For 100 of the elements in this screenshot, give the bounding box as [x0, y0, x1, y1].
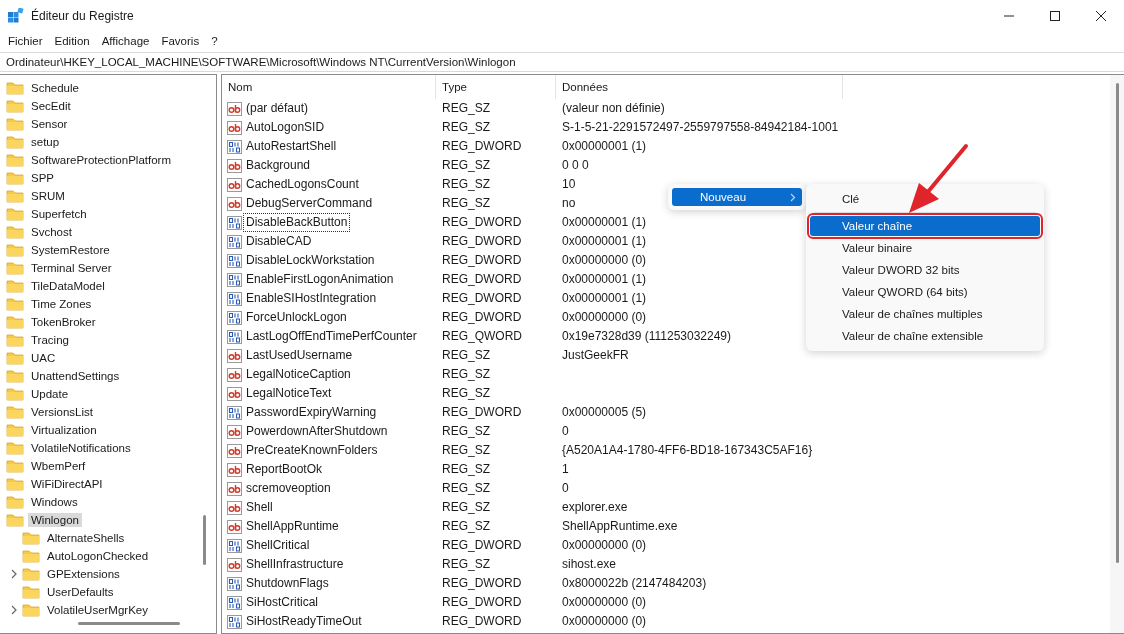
value-name[interactable]: ShellAppRuntime — [244, 518, 341, 535]
value-name[interactable]: LegalNoticeCaption — [244, 366, 353, 383]
tree-item[interactable]: SecEdit — [28, 99, 74, 113]
value-type: REG_DWORD — [442, 139, 522, 154]
tree-item[interactable]: Sensor — [28, 117, 71, 131]
tree-item[interactable]: VersionsList — [28, 405, 96, 419]
value-type: REG_DWORD — [442, 405, 522, 420]
vertical-scrollbar[interactable] — [1110, 75, 1124, 633]
value-data: 0x00000001 (1) — [562, 291, 647, 306]
menu-item[interactable]: Valeur chaîne — [810, 216, 1040, 236]
value-name[interactable]: LegalNoticeText — [244, 385, 334, 402]
value-type: REG_SZ — [442, 196, 490, 211]
value-name[interactable]: EnableSIHostIntegration — [244, 290, 379, 307]
column-header[interactable]: Données — [556, 75, 843, 99]
tree-item[interactable]: TokenBroker — [28, 315, 99, 329]
folder-icon — [6, 135, 24, 149]
tree-item[interactable]: Terminal Server — [28, 261, 115, 275]
tree-item[interactable]: SystemRestore — [28, 243, 113, 257]
value-name[interactable]: DisableCAD — [244, 233, 314, 250]
string-value-icon — [227, 519, 242, 534]
value-name[interactable]: Background — [244, 157, 313, 174]
folder-icon — [6, 459, 24, 473]
tree-item[interactable]: Schedule — [28, 81, 82, 95]
tree-item[interactable]: Tracing — [28, 333, 72, 347]
value-name[interactable]: LastLogOffEndTimePerfCounter — [244, 328, 419, 345]
expand-chevron-icon[interactable] — [10, 569, 18, 579]
value-name[interactable]: PasswordExpiryWarning — [244, 404, 379, 421]
menu-item[interactable]: Valeur QWORD (64 bits) — [810, 282, 1040, 302]
tree-item[interactable]: Windows — [28, 495, 81, 509]
value-name[interactable]: scremoveoption — [244, 480, 333, 497]
folder-icon — [6, 477, 24, 491]
menu-item[interactable]: Valeur de chaînes multiples — [810, 304, 1040, 324]
tree-item[interactable]: AutoLogonChecked — [44, 549, 152, 563]
value-name[interactable]: ForceUnlockLogon — [244, 309, 349, 326]
tree-item[interactable]: VolatileUserMgrKey — [44, 603, 151, 617]
value-type: REG_SZ — [442, 443, 490, 458]
value-name[interactable]: PowerdownAfterShutdown — [244, 423, 390, 440]
value-data: 0x00000001 (1) — [562, 234, 647, 249]
value-name[interactable]: ShutdownFlags — [244, 575, 331, 592]
menu-item[interactable]: Fichier — [2, 32, 49, 50]
tree-item[interactable]: GPExtensions — [44, 567, 123, 581]
menu-item[interactable]: Nouveau — [672, 188, 802, 206]
value-name[interactable]: PreCreateKnownFolders — [244, 442, 380, 459]
value-name[interactable]: DisableLockWorkstation — [244, 252, 377, 269]
value-name[interactable]: AutoRestartShell — [244, 138, 339, 155]
tree-item[interactable]: Update — [28, 387, 72, 401]
menu-item[interactable]: Edition — [48, 32, 96, 50]
tree-item[interactable]: Winlogon — [28, 513, 82, 527]
value-name[interactable]: DebugServerCommand — [244, 195, 375, 212]
tree-item[interactable]: TileDataModel — [28, 279, 108, 293]
tree-item[interactable]: AlternateShells — [44, 531, 128, 545]
tree-item[interactable]: SRUM — [28, 189, 68, 203]
scrollbar-thumb[interactable] — [203, 515, 206, 565]
menu-item[interactable]: Valeur DWORD 32 bits — [810, 260, 1040, 280]
expand-chevron-icon[interactable] — [10, 605, 18, 615]
address-bar[interactable]: Ordinateur\HKEY_LOCAL_MACHINE\SOFTWARE\Microsoft\Windows NT\CurrentVersion\Winlogon — [0, 52, 1124, 72]
value-name[interactable]: ReportBootOk — [244, 461, 325, 478]
value-data: explorer.exe — [562, 500, 628, 515]
value-name[interactable]: (par défaut) — [244, 100, 311, 117]
menu-item[interactable]: Clé — [810, 189, 1040, 209]
tree-item[interactable]: UnattendSettings — [28, 369, 123, 383]
value-name[interactable]: ShellCritical — [244, 537, 312, 554]
column-header[interactable]: Type — [436, 75, 556, 99]
value-name[interactable]: DisableBackButton — [244, 214, 350, 231]
folder-icon — [6, 243, 24, 257]
value-name[interactable]: LastUsedUsername — [244, 347, 355, 364]
tree-item[interactable]: setup — [28, 135, 63, 149]
tree-item[interactable]: Superfetch — [28, 207, 90, 221]
folder-icon — [6, 81, 24, 95]
menu-item[interactable]: Valeur de chaîne extensible — [810, 326, 1040, 346]
window-title: Éditeur du Registre — [31, 9, 135, 23]
tree-item[interactable]: SPP — [28, 171, 57, 185]
menu-item[interactable]: Favoris — [155, 32, 206, 50]
tree-item[interactable]: SoftwareProtectionPlatform — [28, 153, 174, 167]
menu-item[interactable]: Affichage — [95, 32, 156, 50]
value-name[interactable]: SiHostCritical — [244, 594, 320, 611]
tree-item[interactable]: UserDefaults — [44, 585, 117, 599]
tree-item[interactable]: Svchost — [28, 225, 75, 239]
tree-item[interactable]: Time Zones — [28, 297, 95, 311]
tree-item[interactable]: Virtualization — [28, 423, 100, 437]
value-name[interactable]: CachedLogonsCount — [244, 176, 361, 193]
binary-value-icon — [227, 329, 242, 344]
folder-icon — [6, 99, 24, 113]
column-header[interactable]: Nom — [222, 75, 436, 99]
tree-item[interactable]: WbemPerf — [28, 459, 89, 473]
value-name[interactable]: ShellInfrastructure — [244, 556, 346, 573]
menu-item[interactable]: Valeur binaire — [810, 238, 1040, 258]
folder-icon — [6, 441, 24, 455]
tree-item[interactable]: VolatileNotifications — [28, 441, 134, 455]
string-value-icon — [227, 120, 242, 135]
value-name[interactable]: AutoLogonSID — [244, 119, 327, 136]
folder-icon — [6, 513, 24, 527]
tree-item[interactable]: UAC — [28, 351, 59, 365]
value-name[interactable]: SiHostReadyTimeOut — [244, 613, 364, 630]
value-name[interactable]: EnableFirstLogonAnimation — [244, 271, 396, 288]
value-name[interactable]: Shell — [244, 499, 275, 516]
tree-item[interactable]: WiFiDirectAPI — [28, 477, 106, 491]
menu-item[interactable]: ? — [205, 32, 224, 50]
folder-icon — [6, 279, 24, 293]
scrollbar-thumb[interactable] — [78, 622, 180, 625]
